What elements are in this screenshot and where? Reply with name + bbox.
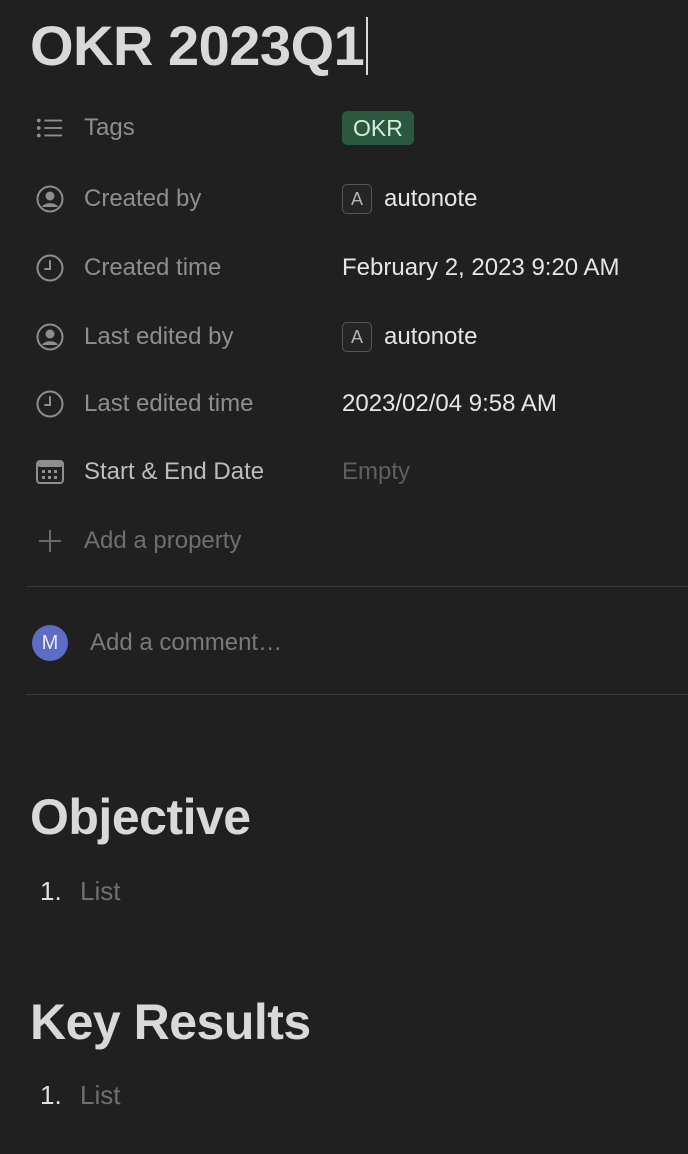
- property-label-start-end-date: Start & End Date: [84, 458, 265, 485]
- list-item[interactable]: 1. List: [40, 876, 120, 907]
- list-item[interactable]: 1. List: [40, 1080, 120, 1111]
- property-row-created-by[interactable]: Created by A autonote: [26, 176, 688, 222]
- calendar-icon: [36, 458, 64, 486]
- clock-icon: [36, 390, 64, 418]
- property-label-last-edited-by: Last edited by: [84, 323, 234, 350]
- add-property-content: Add a property: [26, 527, 342, 555]
- plus-icon: [36, 527, 64, 555]
- user-name: autonote: [384, 323, 478, 350]
- tag-okr[interactable]: OKR: [342, 111, 414, 145]
- property-label-created-time: Created time: [84, 254, 222, 281]
- property-value-start-end-date[interactable]: Empty: [342, 458, 410, 486]
- property-value-last-edited-by[interactable]: A autonote: [342, 322, 477, 352]
- user-avatar: A: [342, 322, 372, 352]
- property-key-tags[interactable]: Tags: [26, 114, 342, 142]
- user-avatar: A: [342, 184, 372, 214]
- property-row-created-time[interactable]: Created time February 2, 2023 9:20 AM: [26, 245, 688, 291]
- property-key-created-time[interactable]: Created time: [26, 254, 342, 282]
- property-key-last-edited-time[interactable]: Last edited time: [26, 390, 342, 418]
- property-key-created-by[interactable]: Created by: [26, 185, 342, 213]
- list-number: 1.: [40, 876, 62, 906]
- user-name: autonote: [384, 185, 478, 212]
- divider: [26, 586, 688, 587]
- property-row-last-edited-time[interactable]: Last edited time 2023/02/04 9:58 AM: [26, 381, 688, 427]
- list-number: 1.: [40, 1080, 62, 1110]
- property-value-tags[interactable]: OKR: [342, 111, 414, 145]
- clock-icon: [36, 254, 64, 282]
- heading-objective[interactable]: Objective: [30, 787, 251, 847]
- property-value-created-time[interactable]: February 2, 2023 9:20 AM: [342, 254, 620, 282]
- property-value-created-by[interactable]: A autonote: [342, 184, 477, 214]
- property-label-tags: Tags: [84, 114, 135, 141]
- property-row-start-end-date[interactable]: Start & End Date Empty: [26, 449, 688, 495]
- property-row-tags[interactable]: Tags OKR: [26, 105, 688, 151]
- property-key-start-end-date[interactable]: Start & End Date: [26, 458, 342, 486]
- person-icon: [36, 185, 64, 213]
- property-row-last-edited-by[interactable]: Last edited by A autonote: [26, 314, 688, 360]
- comment-row[interactable]: M: [26, 622, 688, 664]
- commenter-avatar: M: [32, 625, 68, 661]
- property-key-last-edited-by[interactable]: Last edited by: [26, 323, 342, 351]
- divider: [26, 694, 688, 695]
- add-property-label: Add a property: [84, 527, 242, 554]
- person-icon: [36, 323, 64, 351]
- text-cursor: [366, 17, 369, 75]
- list-placeholder[interactable]: List: [80, 876, 120, 907]
- list-icon: [36, 114, 64, 142]
- heading-key-results[interactable]: Key Results: [30, 992, 311, 1052]
- property-value-last-edited-time[interactable]: 2023/02/04 9:58 AM: [342, 390, 557, 418]
- comment-input[interactable]: [90, 629, 490, 657]
- property-label-created-by: Created by: [84, 185, 202, 212]
- page-title[interactable]: OKR 2023Q1: [30, 14, 369, 78]
- add-property-button[interactable]: Add a property: [26, 518, 688, 564]
- property-label-last-edited-time: Last edited time: [84, 390, 254, 417]
- list-placeholder[interactable]: List: [80, 1080, 120, 1111]
